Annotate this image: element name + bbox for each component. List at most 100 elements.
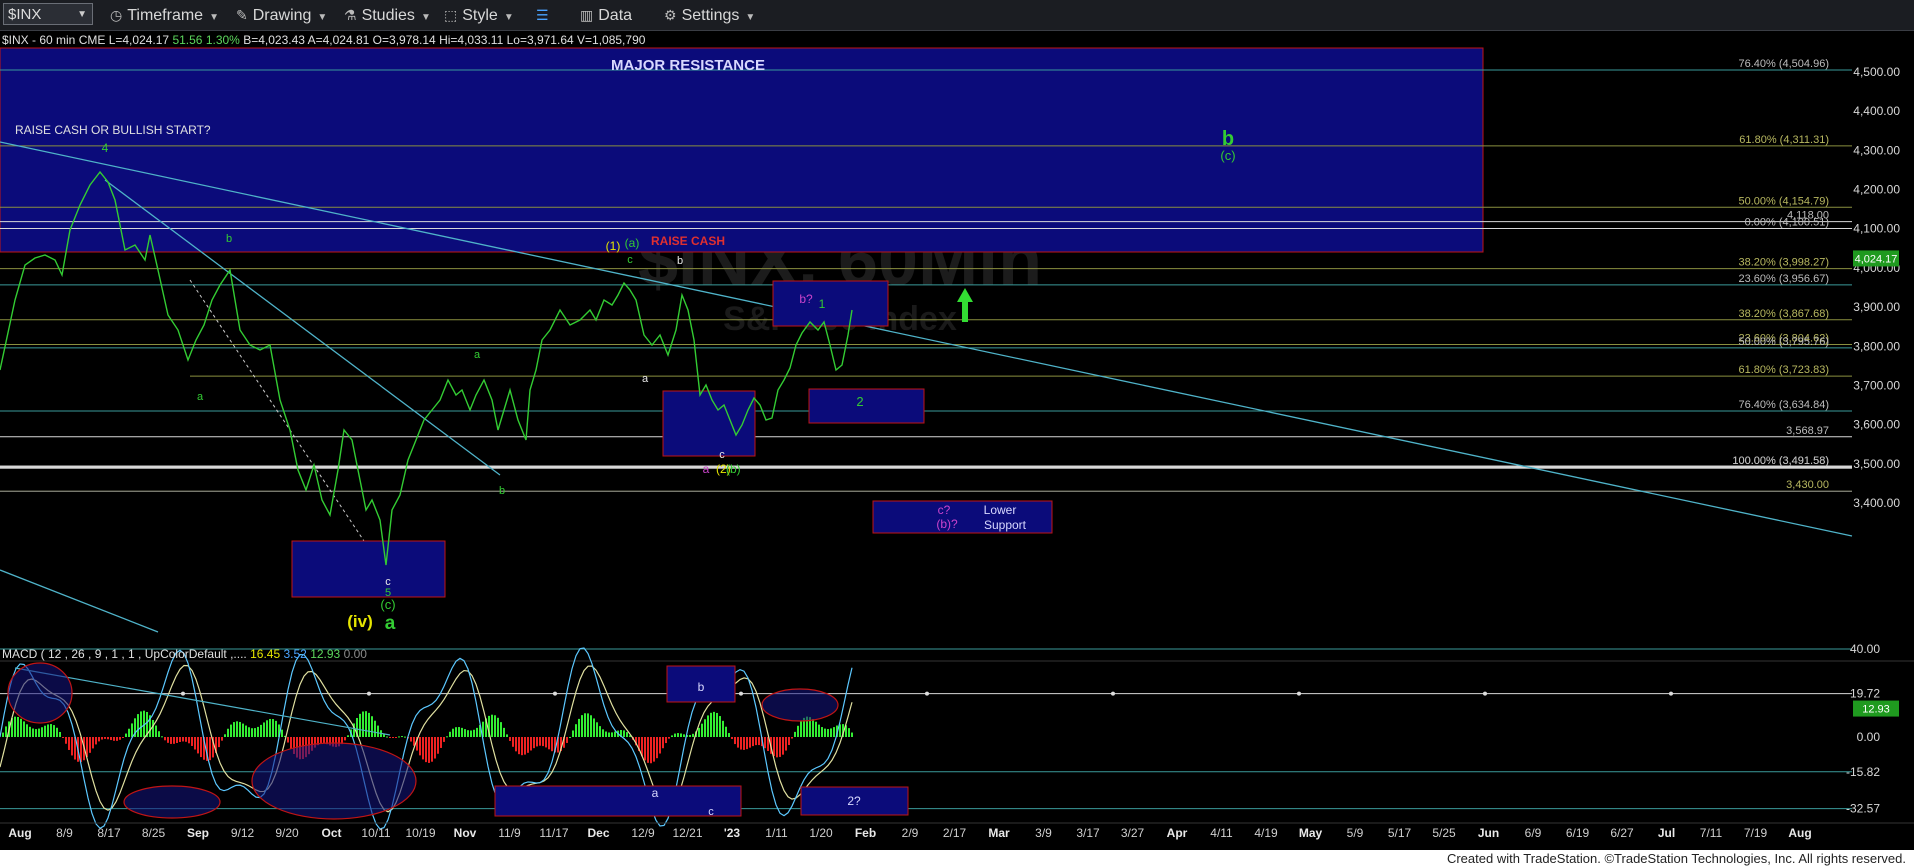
histogram-bar bbox=[140, 711, 142, 737]
layout-button[interactable]: ☰ bbox=[536, 4, 554, 26]
histogram-bar bbox=[71, 737, 73, 756]
fib-label: 23.60% (3,956.67) bbox=[1738, 273, 1829, 285]
histogram-bar bbox=[821, 727, 823, 737]
date-axis-label: 2/9 bbox=[902, 826, 919, 840]
timeframe-button[interactable]: ◷ Timeframe ▼ bbox=[110, 4, 219, 26]
histogram-bar bbox=[365, 711, 367, 737]
histogram-bar bbox=[245, 725, 247, 737]
histogram-bar bbox=[23, 721, 25, 737]
histogram-bar bbox=[626, 732, 628, 737]
histogram-bar bbox=[851, 732, 853, 737]
histogram-bar bbox=[758, 737, 760, 746]
symbol-desc: $INX - 60 min CME bbox=[2, 33, 106, 47]
date-axis-label: 2/17 bbox=[943, 826, 967, 840]
annot-b-paren: (b) bbox=[726, 462, 741, 476]
histogram-bar bbox=[104, 737, 106, 739]
clock-icon: ◷ bbox=[110, 7, 123, 23]
histogram-bar bbox=[38, 728, 40, 737]
histogram-bar bbox=[743, 737, 745, 750]
change-pct: 1.30% bbox=[205, 33, 240, 47]
histogram-bar bbox=[92, 737, 94, 749]
price-axis-label: 3,600.00 bbox=[1853, 418, 1900, 432]
histogram-bar bbox=[221, 737, 223, 741]
annot-b-question: b? bbox=[799, 292, 813, 306]
fib-label: 76.40% (3,634.84) bbox=[1738, 399, 1829, 411]
current-price-label: 4,024.17 bbox=[1855, 253, 1898, 265]
histogram-bar bbox=[347, 735, 349, 737]
histogram-bar bbox=[680, 733, 682, 737]
chevron-down-icon[interactable]: ▼ bbox=[77, 4, 87, 26]
macd-value-1: 16.45 bbox=[250, 647, 281, 661]
histogram-bar bbox=[167, 737, 169, 743]
date-axis-label: 11/9 bbox=[498, 826, 521, 840]
histogram-bar bbox=[239, 721, 241, 737]
histogram-bar bbox=[719, 716, 721, 737]
macd-box-a bbox=[494, 785, 742, 817]
histogram-bar bbox=[5, 726, 7, 737]
histogram-bar bbox=[128, 728, 130, 737]
settings-button[interactable]: ⚙ Settings ▼ bbox=[664, 4, 755, 26]
date-axis-label: Nov bbox=[454, 826, 477, 840]
histogram-bar bbox=[434, 737, 436, 759]
histogram-bar bbox=[266, 720, 268, 737]
annot-a-magenta: a bbox=[703, 462, 710, 476]
layout-icon: ☰ bbox=[536, 7, 549, 23]
price-chart-svg[interactable]: $INX, 60MinS&P 500 Index76.40% (4,504.96… bbox=[0, 31, 1914, 857]
bid-ask: B=4,023.43 A=4,024.81 bbox=[243, 33, 370, 47]
annot-raise-cash: RAISE CASH bbox=[651, 234, 725, 248]
histogram-bar bbox=[182, 737, 184, 742]
macd-marker-dot bbox=[1111, 691, 1115, 696]
studies-button[interactable]: ⚗ Studies ▼ bbox=[344, 4, 431, 26]
symbol-input[interactable]: $INX ▼ bbox=[3, 3, 93, 25]
histogram-bar bbox=[26, 724, 28, 737]
histogram-bar bbox=[791, 737, 793, 739]
annot-raise-cash-question: RAISE CASH OR BULLISH START? bbox=[15, 123, 211, 137]
macd-annot-c: c bbox=[708, 806, 714, 818]
histogram-bar bbox=[443, 737, 445, 742]
histogram-bar bbox=[530, 737, 532, 751]
annot-c-dec: c bbox=[627, 254, 633, 266]
histogram-bar bbox=[377, 725, 379, 737]
histogram-bar bbox=[62, 737, 64, 738]
histogram-bar bbox=[461, 727, 463, 737]
drawing-button[interactable]: ✎ Drawing ▼ bbox=[236, 4, 327, 26]
histogram-bar bbox=[728, 733, 730, 737]
histogram-bar bbox=[500, 722, 502, 737]
histogram-bar bbox=[53, 725, 55, 737]
trend-line-low bbox=[0, 569, 159, 633]
drawing-label: Drawing bbox=[252, 7, 312, 24]
histogram-bar bbox=[722, 720, 724, 737]
histogram-bar bbox=[260, 724, 262, 737]
change-value: 51.56 bbox=[172, 33, 203, 47]
histogram-bar bbox=[539, 737, 541, 746]
chart-area[interactable]: $INX, 60MinS&P 500 Index76.40% (4,504.96… bbox=[0, 31, 1914, 857]
annot-big-c: (c) bbox=[1220, 148, 1235, 163]
histogram-bar bbox=[242, 723, 244, 737]
style-button[interactable]: ⬚ Style ▼ bbox=[444, 4, 514, 26]
histogram-bar bbox=[674, 733, 676, 737]
histogram-bar bbox=[533, 737, 535, 749]
histogram-bar bbox=[521, 737, 523, 756]
date-axis-label: 6/9 bbox=[1525, 826, 1542, 840]
data-button[interactable]: ▥ Data bbox=[580, 4, 632, 26]
histogram-bar bbox=[179, 737, 181, 743]
histogram-bar bbox=[506, 734, 508, 737]
date-axis-label: 1/11 bbox=[765, 826, 788, 840]
histogram-bar bbox=[800, 720, 802, 737]
histogram-bar bbox=[848, 728, 850, 737]
histogram-bar bbox=[653, 737, 655, 762]
histogram-bar bbox=[464, 729, 466, 737]
histogram-bar bbox=[131, 723, 133, 737]
histogram-bar bbox=[671, 735, 673, 737]
price-axis-label: 4,500.00 bbox=[1853, 65, 1900, 79]
box-dec-low bbox=[662, 390, 756, 457]
histogram-bar bbox=[794, 731, 796, 737]
date-axis-label: 5/25 bbox=[1432, 826, 1456, 840]
macd-header: MACD ( 12 , 26 , 9 , 1 , 1 , UpColorDefa… bbox=[2, 647, 367, 661]
annot-c-paren-oct: (c) bbox=[380, 597, 395, 612]
annot-b-paren-question: (b)? bbox=[936, 517, 958, 531]
trend-line-dashed bbox=[189, 279, 381, 566]
histogram-bar bbox=[368, 712, 370, 737]
annot-c-question: c? bbox=[938, 503, 951, 517]
high-price: Hi=4,033.11 bbox=[439, 33, 504, 47]
